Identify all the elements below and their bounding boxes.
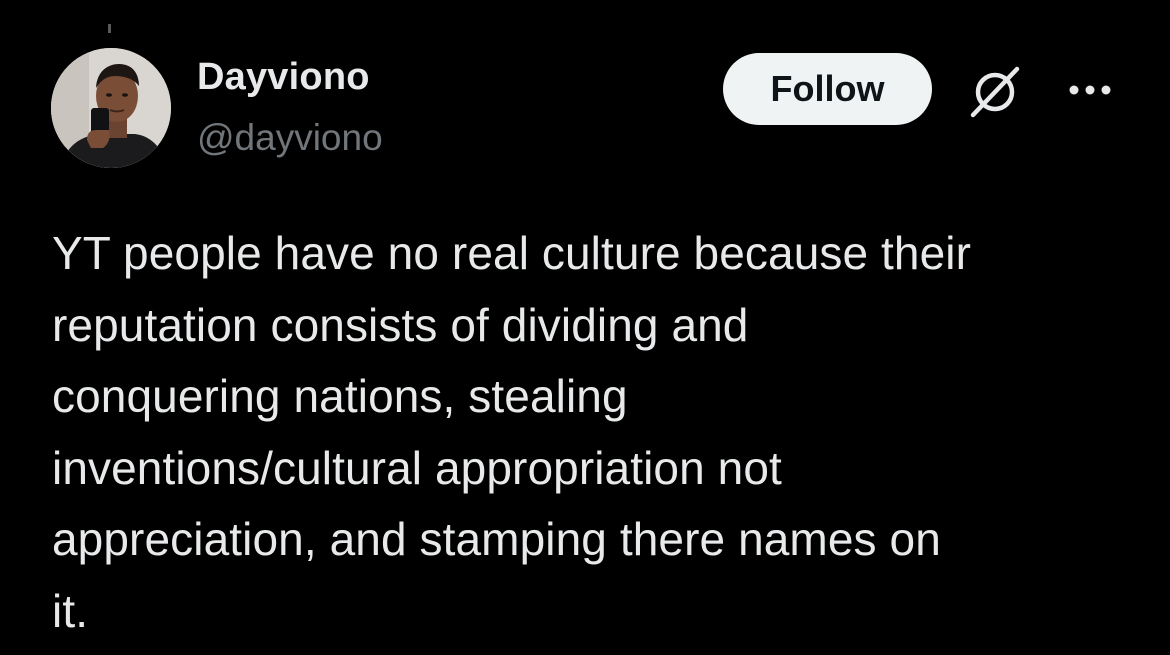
tweet-text-line: YT people have no real culture because t… <box>52 227 972 279</box>
author-display-name[interactable]: Dayviono <box>197 56 370 99</box>
author-avatar[interactable] <box>51 48 171 168</box>
grok-icon[interactable] <box>966 62 1024 120</box>
follow-button[interactable]: Follow <box>723 53 932 125</box>
tweet-text-line: inventions/cultural appropriation not <box>52 441 782 494</box>
tweet-body-text: YT people have no real culture because t… <box>52 218 1132 647</box>
tweet-text-line: it. <box>52 584 89 637</box>
tweet-text-line: conquering nations, stealing <box>52 370 628 422</box>
author-handle[interactable]: @dayviono <box>197 117 383 159</box>
more-options-icon[interactable] <box>1066 70 1114 110</box>
top-edge-mark <box>108 24 111 33</box>
tweet-text-line: appreciation, and stamping there names o… <box>52 513 941 565</box>
tweet-card: Dayviono @dayviono Follow YT people have… <box>0 0 1170 655</box>
tweet-text-line: reputation consists of dividing and <box>52 298 749 351</box>
